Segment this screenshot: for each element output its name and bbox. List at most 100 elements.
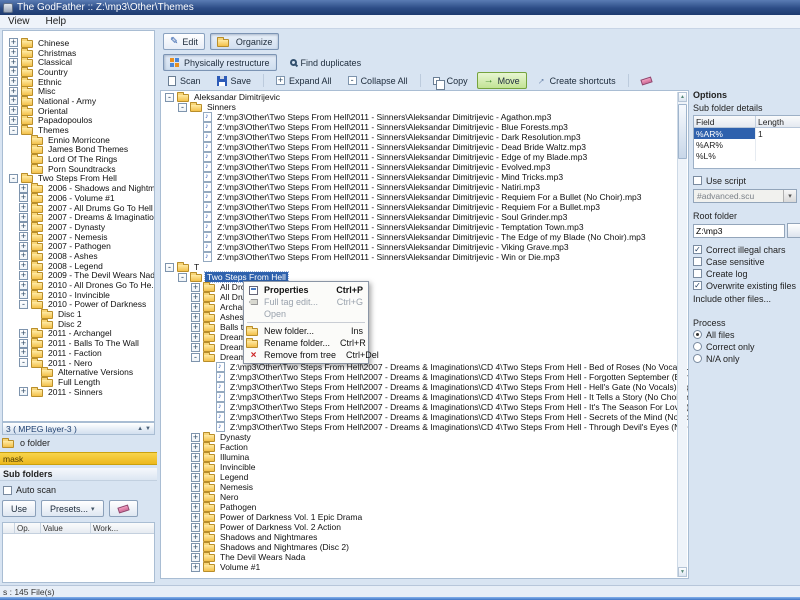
tab-organize[interactable]: Organize — [210, 33, 280, 50]
vertical-scrollbar[interactable]: ▲ ▼ — [677, 92, 687, 577]
expand-box-icon[interactable]: + — [191, 553, 200, 562]
menu-item-full-tag-edit[interactable]: Full tag edit...Ctrl+G — [245, 296, 367, 308]
folder-row[interactable]: +Dynasty — [161, 432, 676, 442]
folder-row[interactable]: +Balls to th — [161, 322, 676, 332]
scroll-up-icon[interactable]: ▲ — [678, 92, 687, 102]
expand-box-icon[interactable]: + — [191, 503, 200, 512]
clear-tree-button[interactable] — [634, 72, 659, 89]
field-table-row[interactable]: %AR% — [694, 139, 800, 150]
collapse-box-icon[interactable]: - — [191, 353, 200, 362]
expand-box-icon[interactable]: + — [9, 77, 18, 86]
expand-box-icon[interactable]: + — [9, 48, 18, 57]
clear-mask-button[interactable] — [109, 500, 138, 517]
radio-row[interactable]: Correct only — [693, 341, 800, 352]
folder-row[interactable]: +Papadopoulos — [3, 116, 154, 126]
expand-box-icon[interactable]: + — [191, 453, 200, 462]
file-row[interactable]: Z:\mp3\Other\Two Steps From Hell\2011 - … — [161, 192, 676, 202]
file-row[interactable]: Z:\mp3\Other\Two Steps From Hell\2011 - … — [161, 182, 676, 192]
file-row[interactable]: Z:\mp3\Other\Two Steps From Hell\2011 - … — [161, 232, 676, 242]
radio-icon[interactable] — [693, 330, 702, 339]
panel-up-icon[interactable]: ▲ — [137, 425, 143, 433]
folder-row[interactable]: -2010 - Power of Darkness — [3, 300, 154, 310]
checkbox-row[interactable]: Create log — [693, 268, 800, 279]
use-button[interactable]: Use — [2, 500, 36, 517]
menu-item-new-folder[interactable]: New folder...Ins — [245, 325, 367, 337]
menu-item-rename-folder[interactable]: Rename folder...Ctrl+R — [245, 337, 367, 349]
expand-box-icon[interactable]: + — [191, 523, 200, 532]
expand-box-icon[interactable]: + — [19, 222, 28, 231]
field-column-header[interactable]: Field — [694, 116, 756, 127]
expand-box-icon[interactable]: + — [191, 283, 200, 292]
expand-box-icon[interactable]: + — [19, 290, 28, 299]
expand-box-icon[interactable]: + — [19, 232, 28, 241]
folder-row[interactable]: +Power of Darkness Vol. 2 Action — [161, 522, 676, 532]
expand-box-icon[interactable]: + — [191, 303, 200, 312]
folder-row[interactable]: +Archangel — [161, 302, 676, 312]
physically-restructure-toggle[interactable]: Physically restructure — [163, 54, 277, 71]
collapse-box-icon[interactable]: - — [165, 93, 174, 102]
expand-box-icon[interactable]: + — [191, 563, 200, 572]
file-row[interactable]: Z:\mp3\Other\Two Steps From Hell\2007 - … — [161, 362, 676, 372]
format-panel-header[interactable]: 3 ( MPEG layer-3 ) ▲ ▼ — [2, 422, 155, 435]
checkbox-icon[interactable] — [693, 257, 702, 266]
file-row[interactable]: Z:\mp3\Other\Two Steps From Hell\2007 - … — [161, 382, 676, 392]
collapse-box-icon[interactable]: - — [9, 126, 18, 135]
expand-box-icon[interactable]: + — [9, 38, 18, 47]
folder-row[interactable]: +National - Army — [3, 96, 154, 106]
folder-row[interactable]: +Volume #1 — [161, 562, 676, 572]
expand-box-icon[interactable]: + — [9, 58, 18, 67]
expand-all-button[interactable]: + Expand All — [269, 72, 339, 89]
folder-row[interactable]: Alternative Versions — [3, 367, 154, 377]
save-button[interactable]: Save — [210, 72, 259, 89]
mask-table-column-header[interactable] — [3, 523, 15, 533]
folder-row[interactable]: +2010 - Invincible — [3, 290, 154, 300]
script-select[interactable]: #advanced.scu ▾ — [693, 189, 797, 203]
collapse-box-icon[interactable]: - — [178, 103, 187, 112]
expand-box-icon[interactable]: + — [191, 533, 200, 542]
file-row[interactable]: Z:\mp3\Other\Two Steps From Hell\2007 - … — [161, 372, 676, 382]
folder-row[interactable]: -Aleksandar Dimitrijevic — [161, 92, 676, 102]
folder-row[interactable]: +Shadows and Nightmares (Disc 2) — [161, 542, 676, 552]
expand-box-icon[interactable]: + — [191, 343, 200, 352]
folder-row[interactable]: +Misc — [3, 86, 154, 96]
expand-box-icon[interactable]: + — [191, 513, 200, 522]
expand-box-icon[interactable]: + — [191, 313, 200, 322]
panel-down-icon[interactable]: ▼ — [145, 425, 151, 433]
field-table-row[interactable]: %AR%1 — [694, 128, 800, 139]
find-duplicates-button[interactable]: Find duplicates — [283, 54, 369, 71]
field-table-row[interactable]: %L% — [694, 150, 800, 161]
expand-box-icon[interactable]: + — [19, 281, 28, 290]
file-row[interactable]: Z:\mp3\Other\Two Steps From Hell\2007 - … — [161, 422, 676, 432]
expand-box-icon[interactable]: + — [19, 348, 28, 357]
folder-row[interactable]: Lord Of The Rings — [3, 154, 154, 164]
auto-scan-checkbox[interactable] — [3, 486, 12, 495]
length-column-header[interactable]: Length — [756, 116, 800, 127]
expand-box-icon[interactable]: + — [19, 387, 28, 396]
folder-row[interactable]: -Themes — [3, 125, 154, 135]
expand-box-icon[interactable]: + — [19, 184, 28, 193]
file-row[interactable]: Z:\mp3\Other\Two Steps From Hell\2011 - … — [161, 142, 676, 152]
folder-row[interactable]: -Two Steps From Hell — [3, 174, 154, 184]
file-row[interactable]: Z:\mp3\Other\Two Steps From Hell\2011 - … — [161, 162, 676, 172]
expand-box-icon[interactable]: + — [191, 333, 200, 342]
collapse-box-icon[interactable]: - — [178, 273, 187, 282]
folder-row[interactable]: +2011 - Archangel — [3, 329, 154, 339]
browse-button[interactable] — [787, 223, 800, 238]
move-button[interactable]: → Move — [477, 72, 527, 89]
folder-row[interactable]: +Invincible — [161, 462, 676, 472]
scan-button[interactable]: Scan — [161, 72, 208, 89]
folder-row[interactable]: +Christmas — [3, 48, 154, 58]
radio-icon[interactable] — [693, 354, 702, 363]
folder-row[interactable]: +All Drones — [161, 282, 676, 292]
checkbox-icon[interactable]: ✓ — [693, 281, 702, 290]
folder-row[interactable]: +Ashes — [161, 312, 676, 322]
expand-box-icon[interactable]: + — [19, 213, 28, 222]
file-row[interactable]: Z:\mp3\Other\Two Steps From Hell\2011 - … — [161, 172, 676, 182]
expand-box-icon[interactable]: + — [9, 87, 18, 96]
file-row[interactable]: Z:\mp3\Other\Two Steps From Hell\2011 - … — [161, 212, 676, 222]
expand-box-icon[interactable]: + — [191, 443, 200, 452]
expand-box-icon[interactable]: + — [19, 242, 28, 251]
checkbox-icon[interactable] — [693, 269, 702, 278]
checkbox-row[interactable]: ✓Overwrite existing files — [693, 280, 800, 291]
radio-row[interactable]: All files — [693, 329, 800, 340]
